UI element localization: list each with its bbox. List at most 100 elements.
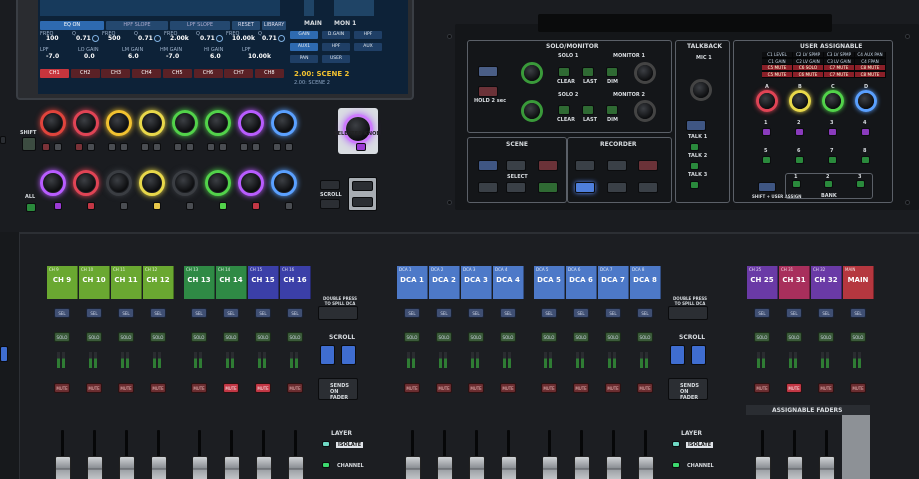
sel-button[interactable]: SEL <box>436 308 452 318</box>
knob-button-top-2[interactable] <box>186 143 194 151</box>
fader-knob[interactable] <box>542 456 558 479</box>
channel-tab[interactable]: CH8 <box>254 69 284 78</box>
center1-scroll-right[interactable] <box>341 345 356 365</box>
mute-button[interactable]: MUTE <box>786 383 802 393</box>
ua-button[interactable] <box>795 156 804 164</box>
selected-knob-button[interactable] <box>356 143 366 151</box>
library-tab[interactable]: LIBRARY <box>262 21 286 30</box>
mute-button[interactable]: MUTE <box>436 383 452 393</box>
monitor2-dim-button[interactable] <box>606 105 618 115</box>
scroll-up-button[interactable] <box>320 180 340 190</box>
sel-button[interactable]: SEL <box>605 308 621 318</box>
mute-button[interactable]: MUTE <box>86 383 102 393</box>
channel-tab[interactable]: CH7 <box>224 69 254 78</box>
selected-knob[interactable] <box>346 117 370 141</box>
fader-knob[interactable] <box>151 456 167 479</box>
scroll-frame-inner-2[interactable] <box>352 197 373 207</box>
channel-knob-bottom[interactable] <box>176 174 194 192</box>
knob-button-top-2[interactable] <box>87 143 95 151</box>
fader-knob[interactable] <box>119 456 135 479</box>
fader-knob[interactable] <box>638 456 654 479</box>
center2-scroll-right[interactable] <box>691 345 706 365</box>
knob-button-top[interactable] <box>174 143 182 151</box>
monitor1-dim-button[interactable] <box>606 67 618 77</box>
screen-right-button[interactable]: HPF <box>354 31 382 39</box>
mute-button[interactable]: MUTE <box>223 383 239 393</box>
center2-nav-button[interactable] <box>668 306 708 320</box>
screen-right-button[interactable]: PAN <box>290 55 318 63</box>
mute-button[interactable]: MUTE <box>850 383 866 393</box>
rec-btn-4[interactable] <box>575 182 595 193</box>
reset-tab[interactable]: RESET <box>232 21 260 30</box>
ua-button[interactable] <box>795 128 804 136</box>
solo-button[interactable]: SOLO <box>850 332 866 342</box>
rec-btn-5[interactable] <box>607 182 627 193</box>
rec-btn-3[interactable] <box>638 160 658 171</box>
fader-knob[interactable] <box>256 456 272 479</box>
mute-button[interactable]: MUTE <box>468 383 484 393</box>
mute-button[interactable]: MUTE <box>500 383 516 393</box>
solo-button[interactable]: SOLO <box>605 332 621 342</box>
channel-knob-top[interactable] <box>242 114 260 132</box>
solo-select-button[interactable] <box>478 66 498 77</box>
sel-button[interactable]: SEL <box>287 308 303 318</box>
fader-knob[interactable] <box>755 456 771 479</box>
solo2-knob[interactable] <box>524 103 540 119</box>
knob-button-top[interactable] <box>207 143 215 151</box>
mute-button[interactable]: MUTE <box>191 383 207 393</box>
mute-button[interactable]: MUTE <box>818 383 834 393</box>
scene-btn-5[interactable] <box>506 182 526 193</box>
solo-button[interactable]: SOLO <box>54 332 70 342</box>
knob-button-top-2[interactable] <box>285 143 293 151</box>
mute-button[interactable]: MUTE <box>54 383 70 393</box>
fader-knob[interactable] <box>224 456 240 479</box>
knob-button-top[interactable] <box>108 143 116 151</box>
channel-tab[interactable]: CH4 <box>132 69 162 78</box>
sel-button[interactable]: SEL <box>404 308 420 318</box>
solo-button[interactable]: SOLO <box>287 332 303 342</box>
ua-button[interactable] <box>828 156 837 164</box>
solo-button[interactable]: SOLO <box>150 332 166 342</box>
fader-knob[interactable] <box>469 456 485 479</box>
center1-nav-button[interactable] <box>318 306 358 320</box>
channel-knob-bottom[interactable] <box>77 174 95 192</box>
solo1-last-button[interactable] <box>582 67 594 77</box>
mute-button[interactable]: MUTE <box>637 383 653 393</box>
sel-button[interactable]: SEL <box>541 308 557 318</box>
mute-button[interactable]: MUTE <box>255 383 271 393</box>
hpf-slope-tab[interactable]: HPF SLOPE <box>106 21 168 30</box>
ua-button[interactable] <box>762 156 771 164</box>
channel-tab[interactable]: CH1 <box>40 69 69 78</box>
fader-knob[interactable] <box>787 456 803 479</box>
fader-knob[interactable] <box>87 456 103 479</box>
solo-button[interactable]: SOLO <box>786 332 802 342</box>
param-dial-icon[interactable] <box>278 35 285 42</box>
solo-button[interactable]: SOLO <box>500 332 516 342</box>
sel-button[interactable]: SEL <box>255 308 271 318</box>
knob-button-top-2[interactable] <box>54 143 62 151</box>
ua-knob[interactable] <box>792 93 808 109</box>
ua-button[interactable] <box>762 128 771 136</box>
monitor2-knob[interactable] <box>637 103 653 119</box>
param-dial-icon[interactable] <box>92 35 99 42</box>
param-dial-icon[interactable] <box>154 35 161 42</box>
sel-button[interactable]: SEL <box>468 308 484 318</box>
knob-button-bottom[interactable] <box>153 202 161 210</box>
scene-btn-2[interactable] <box>506 160 526 171</box>
knob-button-top-2[interactable] <box>153 143 161 151</box>
scene-btn-6[interactable] <box>538 182 558 193</box>
knob-button-top[interactable] <box>240 143 248 151</box>
solo2-last-button[interactable] <box>582 105 594 115</box>
knob-button-top-2[interactable] <box>252 143 260 151</box>
mute-button[interactable]: MUTE <box>287 383 303 393</box>
sel-button[interactable]: SEL <box>223 308 239 318</box>
solo-button[interactable]: SOLO <box>404 332 420 342</box>
knob-button-top[interactable] <box>42 143 50 151</box>
sel-button[interactable]: SEL <box>118 308 134 318</box>
sel-button[interactable]: SEL <box>191 308 207 318</box>
solo-button[interactable]: SOLO <box>86 332 102 342</box>
mute-button[interactable]: MUTE <box>754 383 770 393</box>
channel-knob-bottom[interactable] <box>143 174 161 192</box>
center2-isolate-button[interactable] <box>672 441 680 447</box>
mute-button[interactable]: MUTE <box>150 383 166 393</box>
